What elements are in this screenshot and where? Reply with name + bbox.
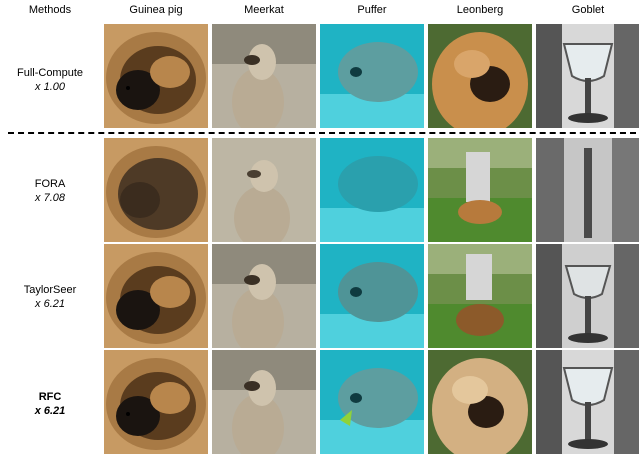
image-goblet-taylorseer [536,244,639,348]
row-label-fora: FORA x 7.08 [0,177,100,205]
header-goblet: Goblet [571,4,605,16]
image-puffer-rfc [320,350,424,454]
image-meerkat-taylorseer [212,244,316,348]
header-puffer: Puffer [357,4,387,16]
image-leonberg-taylorseer [428,244,532,348]
image-puffer-full-compute [320,24,424,128]
image-puffer-fora [320,138,424,242]
image-guinea-pig-rfc [104,350,208,454]
speedup-value: x 6.21 [35,298,65,310]
header-methods: Methods [28,4,72,16]
image-meerkat-full-compute [212,24,316,128]
image-meerkat-rfc [212,350,316,454]
speedup-value: x 1.00 [35,81,65,93]
method-name: FORA [34,178,66,190]
image-goblet-rfc [536,350,639,454]
image-leonberg-rfc [428,350,532,454]
image-goblet-full-compute [536,24,639,128]
image-leonberg-fora [428,138,532,242]
row-label-taylorseer: TaylorSeer x 6.21 [0,283,100,311]
image-goblet-fora [536,138,639,242]
speedup-value: x 7.08 [35,192,65,204]
method-name: TaylorSeer [23,284,77,296]
row-label-rfc: RFC x 6.21 [0,390,100,418]
method-name: RFC [38,391,62,403]
image-puffer-taylorseer [320,244,424,348]
header-leonberg: Leonberg [456,4,504,16]
image-guinea-pig-taylorseer [104,244,208,348]
dashed-divider [8,132,636,134]
row-label-full-compute: Full-Compute x 1.00 [0,66,100,94]
header-guinea-pig: Guinea pig [129,4,183,16]
image-guinea-pig-full-compute [104,24,208,128]
speedup-value: x 6.21 [34,405,66,417]
image-guinea-pig-fora [104,138,208,242]
image-leonberg-full-compute [428,24,532,128]
image-meerkat-fora [212,138,316,242]
method-name: Full-Compute [16,67,84,79]
header-meerkat: Meerkat [244,4,284,16]
